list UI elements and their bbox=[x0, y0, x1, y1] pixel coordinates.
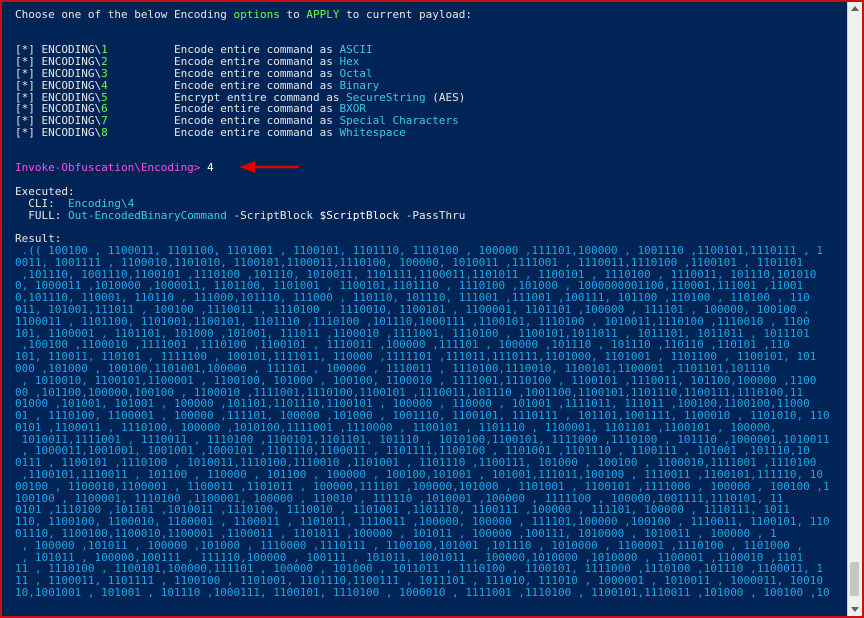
result-payload: .(( 100100 , 1100011, 1101100, 1101001 ,… bbox=[2, 245, 850, 599]
scroll-down-icon[interactable] bbox=[851, 607, 859, 612]
result-line: 0101 ,1100011 , 1110100, 100000 ,1010100… bbox=[15, 420, 777, 434]
red-arrow-icon bbox=[239, 161, 299, 173]
result-line: 0011, 1001111 , 1100010,1101010, 1100101… bbox=[15, 255, 804, 269]
encoding-option-8: [*] ENCODING\8 Encode entire command as … bbox=[15, 125, 406, 139]
result-line: , 100000 ,101011 , 100000 ,101000 , 1110… bbox=[15, 538, 804, 552]
terminal-window: Choose one of the below Encoding options… bbox=[0, 0, 864, 618]
command-prompt[interactable]: Invoke-Obfuscation\Encoding> 4 bbox=[2, 162, 850, 174]
result-line: 011, 101001,111011 , 100100 ,1110011 , 1… bbox=[15, 302, 810, 316]
result-line: 10,1001001 , 101001 , 101110 ,1000111, 1… bbox=[15, 586, 830, 600]
result-line: , 1010010, 1100101,1100001 , 1100100, 10… bbox=[15, 373, 817, 387]
encoding-options-list: [*] ENCODING\1 Encode entire command as … bbox=[2, 44, 850, 138]
prompt-path: Invoke-Obfuscation\Encoding> bbox=[15, 161, 201, 175]
result-line: 000 ,101000 , 100100,1101001,100000 , 11… bbox=[15, 361, 770, 375]
scroll-up-icon[interactable] bbox=[851, 6, 859, 11]
result-line: 00100 , 1100010,1100001 , 1100011 ,11010… bbox=[15, 479, 830, 493]
menu-header: Choose one of the below Encoding options… bbox=[15, 8, 472, 21]
prompt-input[interactable]: 4 bbox=[200, 161, 214, 174]
result-line: 1100011 , 1101100, 1101001,1100101, 1101… bbox=[15, 314, 810, 328]
vertical-scrollbar[interactable] bbox=[847, 2, 862, 616]
scroll-thumb[interactable] bbox=[850, 562, 859, 596]
executed-full: FULL: Out-EncodedBinaryCommand -ScriptBl… bbox=[15, 208, 466, 222]
result-line: .(( 100100 , 1100011, 1101100, 1101001 ,… bbox=[15, 243, 823, 257]
console-output: Choose one of the below Encoding options… bbox=[2, 2, 850, 616]
